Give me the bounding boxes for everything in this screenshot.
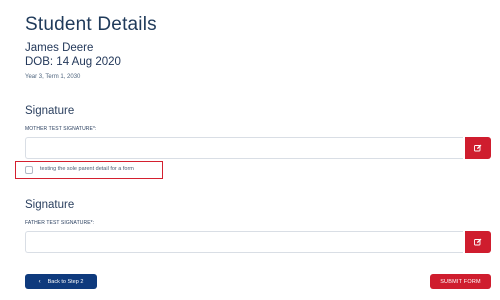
back-button-label: Back to Step 2 — [47, 278, 84, 285]
edit-icon — [474, 238, 482, 246]
edit-icon — [474, 144, 482, 152]
back-to-step-2-button[interactable]: ‹ Back to Step 2 — [25, 274, 97, 289]
father-signature-label: FATHER TEST SIGNATURE*: — [25, 220, 95, 226]
submit-form-button[interactable]: SUBMIT FORM — [430, 274, 491, 289]
sole-parent-checkbox[interactable] — [25, 166, 33, 174]
father-signature-edit-button[interactable] — [465, 231, 491, 253]
mother-signature-edit-button[interactable] — [465, 137, 491, 159]
mother-signature-field[interactable] — [25, 137, 463, 159]
student-term: Year 3, Term 1, 2030 — [25, 74, 81, 80]
father-signature-field[interactable] — [25, 231, 463, 253]
mother-signature-label: MOTHER TEST SIGNATURE*: — [25, 126, 97, 132]
student-dob: DOB: 14 Aug 2020 — [25, 56, 121, 68]
page-title: Student Details — [25, 14, 157, 35]
signature-heading-father: Signature — [25, 199, 75, 211]
student-name: James Deere — [25, 42, 94, 54]
sole-parent-checkbox-label[interactable]: testing the sole parent detail for a for… — [40, 166, 134, 172]
signature-heading-mother: Signature — [25, 105, 75, 117]
chevron-left-icon: ‹ — [38, 278, 41, 285]
